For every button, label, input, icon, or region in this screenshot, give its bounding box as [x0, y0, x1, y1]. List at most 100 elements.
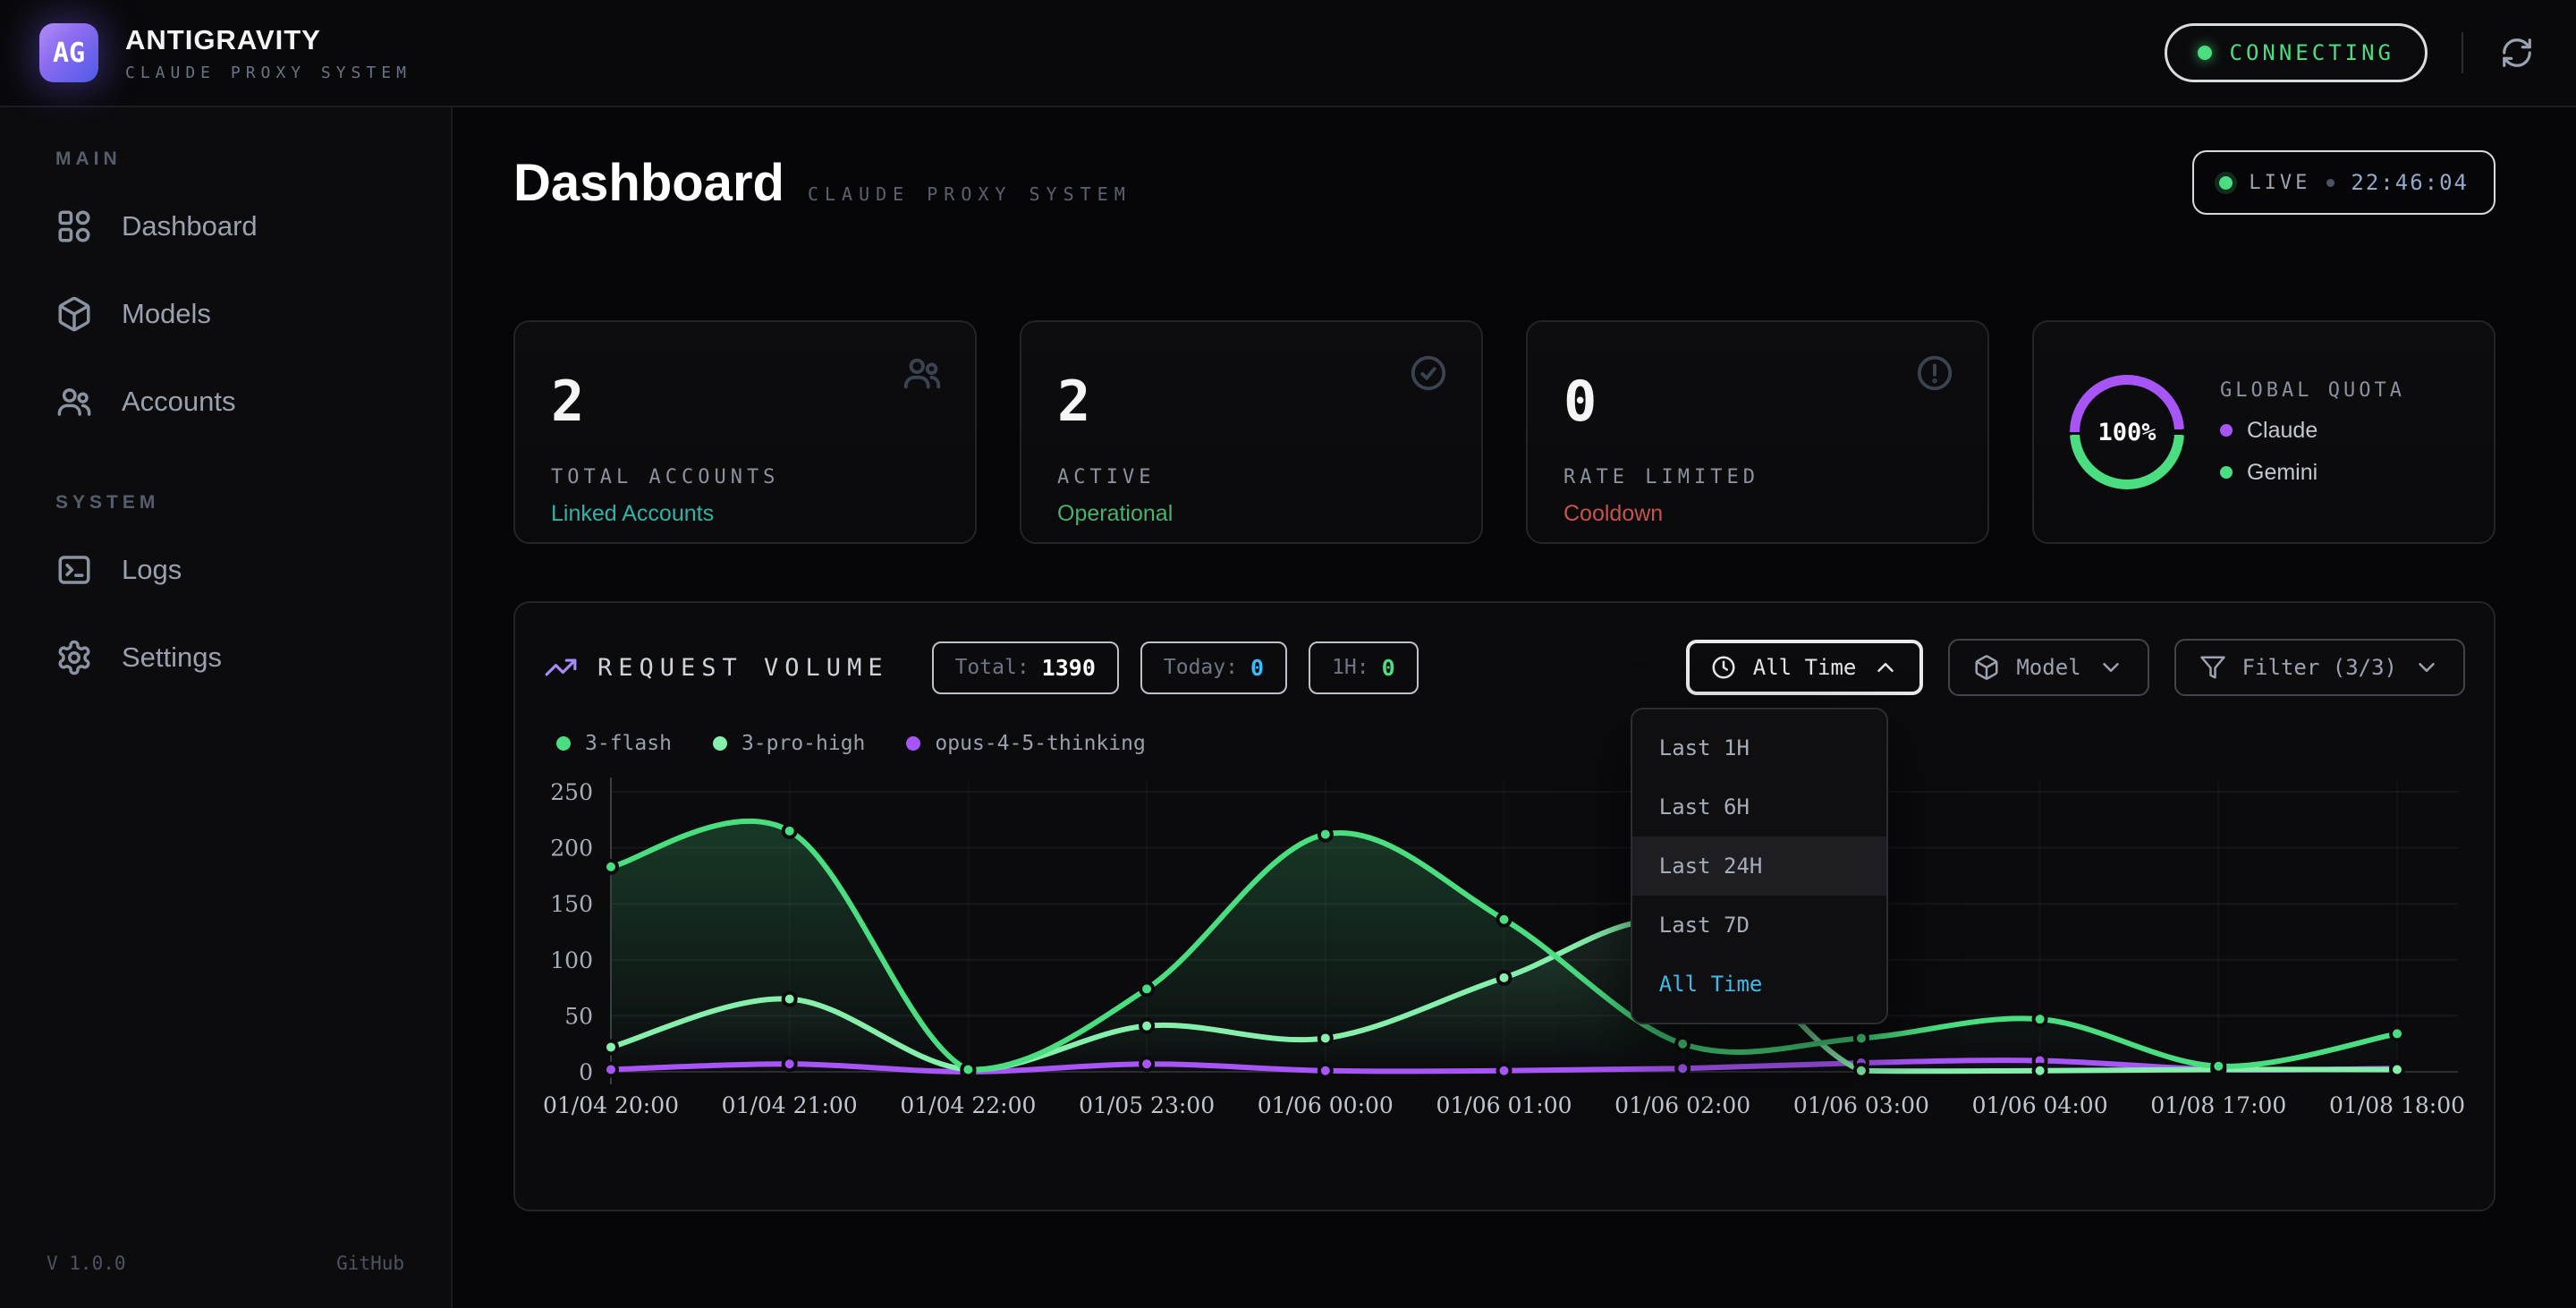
app-version: V 1.0.0 [47, 1253, 126, 1274]
svg-text:100: 100 [550, 947, 593, 973]
global-quota-card: 100% GLOBAL QUOTA Claude Gemini [2032, 320, 2496, 544]
sidebar-item-label: Models [122, 298, 211, 330]
svg-text:01/08 17:00: 01/08 17:00 [2150, 1092, 2286, 1118]
stat-card-active: 2 ACTIVE Operational [1020, 320, 1483, 544]
app-logo: AG [39, 23, 98, 82]
sidebar-section-main: MAIN [0, 149, 451, 170]
request-volume-chart: 05010015020025001/04 20:0001/04 21:0001/… [544, 768, 2465, 1122]
grid-icon [55, 208, 93, 245]
header-divider [2462, 32, 2463, 73]
sidebar-item-settings[interactable]: Settings [0, 614, 451, 701]
sidebar-item-dashboard[interactable]: Dashboard [0, 183, 451, 270]
quota-percent: 100% [2070, 375, 2184, 489]
time-range-button[interactable]: All Time [1686, 640, 1924, 695]
stat-sub: Cooldown [1563, 501, 1952, 527]
sidebar-item-models[interactable]: Models [0, 270, 451, 358]
cube-icon [55, 295, 93, 333]
series-dot [556, 736, 571, 751]
app-header: AG ANTIGRAVITY CLAUDE PROXY SYSTEM CONNE… [0, 0, 2576, 107]
legend-item-opus-4-5-thinking: opus-4-5-thinking [906, 732, 1145, 755]
time-range-dropdown: Last 1H Last 6H Last 24H Last 7D All Tim… [1631, 708, 1888, 1024]
refresh-icon [2500, 36, 2534, 70]
svg-text:0: 0 [579, 1059, 593, 1085]
connection-status-label: CONNECTING [2230, 40, 2395, 65]
one-hour-pill: 1H: 0 [1309, 641, 1419, 694]
funnel-icon [2199, 654, 2226, 681]
quota-label: GLOBAL QUOTA [2220, 379, 2405, 402]
trending-up-icon [544, 650, 578, 684]
separator-dot [2326, 179, 2334, 187]
page-title: Dashboard [513, 153, 784, 213]
svg-text:01/06 02:00: 01/06 02:00 [1614, 1092, 1750, 1118]
terminal-icon [55, 551, 93, 589]
chevron-down-icon [2097, 654, 2124, 681]
series-dot [713, 736, 727, 751]
sidebar-item-label: Settings [122, 641, 222, 674]
sidebar-item-accounts[interactable]: Accounts [0, 358, 451, 446]
dropdown-item-last-6h[interactable]: Last 6H [1632, 777, 1886, 837]
dropdown-item-last-7d[interactable]: Last 7D [1632, 896, 1886, 955]
svg-text:01/04 20:00: 01/04 20:00 [543, 1092, 679, 1118]
live-dot [2219, 176, 2233, 190]
stat-sub: Operational [1057, 501, 1445, 527]
app-title: ANTIGRAVITY [125, 24, 411, 56]
svg-text:50: 50 [564, 1003, 593, 1029]
line-chart: 05010015020025001/04 20:0001/04 21:0001/… [544, 768, 2465, 1122]
stat-label: RATE LIMITED [1563, 466, 1952, 488]
app-subtitle: CLAUDE PROXY SYSTEM [125, 64, 411, 82]
brand: ANTIGRAVITY CLAUDE PROXY SYSTEM [125, 24, 411, 82]
dropdown-item-last-24h[interactable]: Last 24H [1632, 837, 1886, 896]
cube-icon [1973, 654, 2000, 681]
filter-button[interactable]: Filter (3/3) [2174, 639, 2465, 696]
model-filter-button[interactable]: Model [1948, 639, 2148, 696]
dropdown-item-all-time[interactable]: All Time [1632, 955, 1886, 1014]
total-pill: Total: 1390 [932, 641, 1119, 694]
svg-text:01/06 00:00: 01/06 00:00 [1258, 1092, 1394, 1118]
claude-dot [2220, 424, 2233, 437]
series-dot [906, 736, 920, 751]
request-volume-card: REQUEST VOLUME Total: 1390 Today: 0 1H: … [513, 601, 2496, 1211]
quota-legend-gemini: Gemini [2220, 460, 2405, 486]
chart-legend: 3-flash 3-pro-high opus-4-5-thinking [556, 732, 2465, 755]
legend-item-3-flash: 3-flash [556, 732, 672, 755]
sidebar-item-logs[interactable]: Logs [0, 526, 451, 614]
chevron-down-icon [2413, 654, 2440, 681]
users-icon [55, 383, 93, 420]
live-status-badge: LIVE 22:46:04 [2192, 150, 2496, 215]
github-link[interactable]: GitHub [336, 1253, 404, 1274]
chart-title: REQUEST VOLUME [597, 654, 889, 682]
stat-card-total-accounts: 2 TOTAL ACCOUNTS Linked Accounts [513, 320, 977, 544]
svg-text:01/06 04:00: 01/06 04:00 [1972, 1092, 2108, 1118]
clock: 22:46:04 [2351, 170, 2469, 195]
sidebar: MAIN Dashboard Models [0, 107, 453, 1308]
alert-circle-icon [1914, 352, 1955, 394]
stat-card-rate-limited: 0 RATE LIMITED Cooldown [1526, 320, 1989, 544]
svg-text:01/04 21:00: 01/04 21:00 [722, 1092, 858, 1118]
sidebar-item-label: Accounts [122, 386, 236, 418]
page-subtitle: CLAUDE PROXY SYSTEM [808, 183, 1131, 205]
sidebar-item-label: Logs [122, 554, 182, 586]
dropdown-item-last-1h[interactable]: Last 1H [1632, 718, 1886, 777]
quota-ring: 100% [2070, 375, 2184, 489]
svg-text:250: 250 [550, 779, 593, 805]
svg-text:01/04 22:00: 01/04 22:00 [900, 1092, 1036, 1118]
gemini-dot [2220, 466, 2233, 479]
quota-legend-claude: Claude [2220, 418, 2405, 444]
live-label: LIVE [2249, 172, 2310, 194]
users-icon [902, 352, 943, 394]
svg-text:01/06 03:00: 01/06 03:00 [1793, 1092, 1929, 1118]
clock-icon [1710, 654, 1737, 681]
sidebar-section-system: SYSTEM [0, 492, 451, 514]
svg-text:01/08 18:00: 01/08 18:00 [2329, 1092, 2465, 1118]
main-content: Dashboard CLAUDE PROXY SYSTEM LIVE 22:46… [453, 107, 2576, 1308]
sidebar-item-label: Dashboard [122, 210, 258, 242]
check-circle-icon [1408, 352, 1449, 394]
stat-value: 2 [551, 369, 939, 434]
today-pill: Today: 0 [1140, 641, 1287, 694]
chevron-up-icon [1872, 654, 1899, 681]
stat-label: ACTIVE [1057, 466, 1445, 488]
refresh-button[interactable] [2497, 33, 2537, 72]
stat-value: 0 [1563, 369, 1952, 434]
svg-text:01/05 23:00: 01/05 23:00 [1079, 1092, 1215, 1118]
gear-icon [55, 639, 93, 676]
